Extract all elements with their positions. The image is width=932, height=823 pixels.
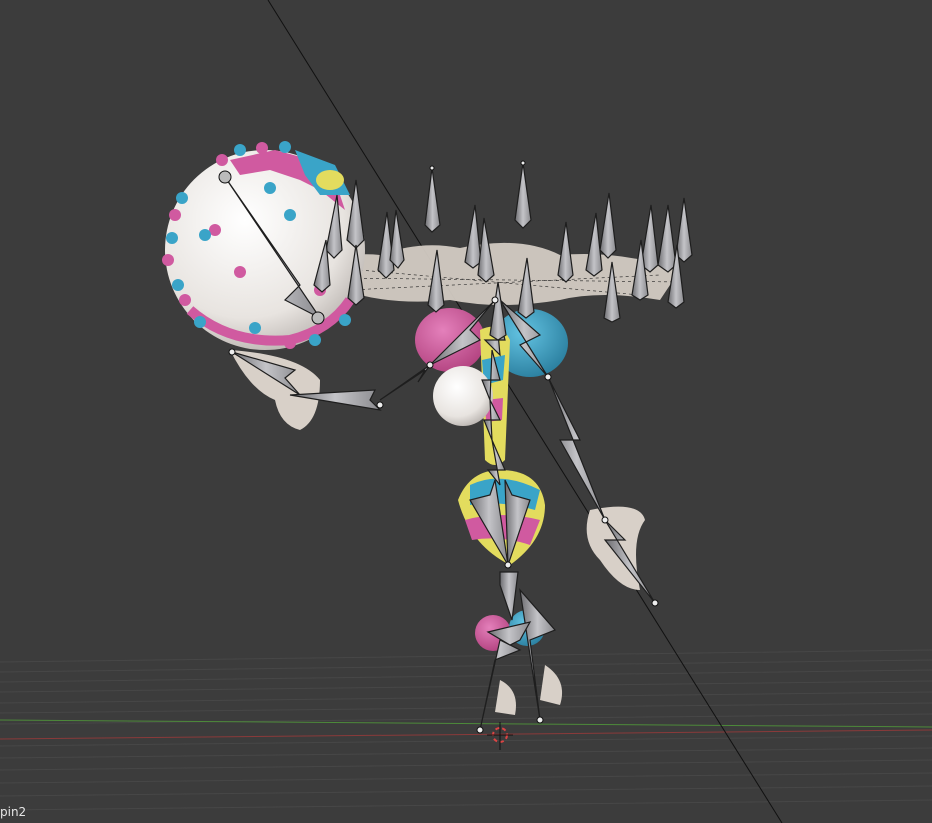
floor-grid — [0, 649, 932, 811]
active-object-label: pin2 — [0, 805, 27, 819]
bone-hand-l[interactable] — [379, 364, 431, 401]
bone-crown-1[interactable] — [424, 167, 441, 233]
bone-crown-9[interactable] — [389, 209, 405, 269]
relationship-line — [267, 0, 783, 823]
bone-thigh-l[interactable] — [499, 571, 519, 621]
bone-crown-10[interactable] — [657, 204, 677, 273]
bone-upper-arm-r[interactable] — [547, 376, 606, 521]
bone-crown-2[interactable] — [514, 162, 532, 229]
y-axis-line — [0, 719, 932, 728]
3d-viewport[interactable]: pin2 — [0, 0, 932, 823]
viewport-canvas[interactable] — [0, 0, 932, 823]
bone-crown-3[interactable] — [464, 204, 482, 269]
bone-crown-4[interactable] — [557, 221, 574, 283]
bone-crown-5[interactable] — [599, 192, 617, 259]
bone-crown-13[interactable] — [585, 212, 603, 277]
3d-cursor-icon[interactable] — [487, 722, 513, 750]
